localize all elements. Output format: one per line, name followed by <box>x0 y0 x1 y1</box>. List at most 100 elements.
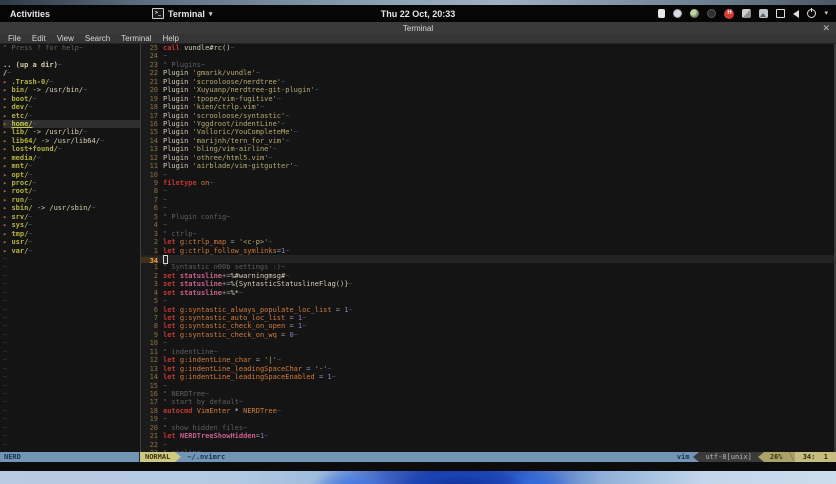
line-number: 17 <box>141 111 158 120</box>
windows-wallpaper-strip <box>0 471 836 484</box>
buffer-line: 4 set statusline+=%*~ <box>141 288 836 298</box>
line-number: 20 <box>141 423 158 433</box>
buffer-line: 13 let g:indentLine_leadingSpaceChar = '·… <box>141 364 836 374</box>
system-tray: H ▾ <box>658 5 828 22</box>
buffer-line: 8 let g:syntastic_check_on_open = 1~ <box>141 322 836 331</box>
tree-filler-line: ~ <box>3 406 8 415</box>
line-number: 3 <box>141 229 158 239</box>
line-number: 11 <box>141 162 158 171</box>
line-number: 15 <box>141 128 158 137</box>
buffer-line: 14 let g:indentLine_leadingSpaceEnabled =… <box>141 373 836 382</box>
buffer-line: 5 " Plugin config~ <box>141 212 836 222</box>
menu-search[interactable]: Search <box>85 34 110 43</box>
airline-statusbar: NERD NORMAL ~/.nvimrc vim utf-8[unix] 26… <box>0 452 836 462</box>
buffer-line: 15 ~ <box>141 381 836 390</box>
tree-filler-line: ~ <box>3 364 8 373</box>
line-number: 18 <box>141 103 158 112</box>
buffer-line: 22 Plugin 'gmarik/vundle'~ <box>141 69 836 78</box>
scroll-percent: 26% <box>763 452 789 462</box>
buffer-line: 1 " Syntastic n00b settings :)~ <box>141 263 836 272</box>
tree-filler-line: ~ <box>3 305 8 314</box>
nerdtree-pane[interactable]: " Press ? for help~ .. (up a dir)~/~ ▸ .Tr… <box>0 44 141 452</box>
tree-filler-line: ~ <box>3 415 8 424</box>
buffer-line: 17 " start by default~ <box>141 398 836 407</box>
paw-app-icon[interactable] <box>707 9 717 18</box>
screenshot-image-icon[interactable] <box>759 9 769 18</box>
buffer-line: 13 Plugin 'bling/vim-airline'~ <box>141 145 836 154</box>
line-number: 21 <box>141 77 158 87</box>
buffer-line: 17 Plugin 'scrooloose/syntastic'~ <box>141 111 836 120</box>
filetype: vim <box>676 453 690 461</box>
line-number: 17 <box>141 398 158 407</box>
tree-filler-line: ~ <box>3 432 8 441</box>
tree-filler-line: ~ <box>3 398 8 407</box>
menu-file[interactable]: File <box>8 34 21 43</box>
line-number: 8 <box>141 322 158 331</box>
line-number: 11 <box>141 347 158 357</box>
line-number: 14 <box>141 373 158 382</box>
line-number: 16 <box>141 119 158 129</box>
buffer-line: 6 ~ <box>141 204 836 213</box>
buffer-line: 4 ~ <box>141 221 836 230</box>
buffer-line: 23 " Plugins~ <box>141 60 836 70</box>
menu-edit[interactable]: Edit <box>32 34 46 43</box>
line-number: 9 <box>141 330 158 340</box>
tree-line: ▸ sbin/ -> /usr/sbin/~ <box>3 204 96 213</box>
tray-caret-icon[interactable]: ▾ <box>824 9 828 18</box>
line-number: 7 <box>141 314 158 323</box>
tree-line: ▸ sys/~ <box>3 221 33 230</box>
tree-line: ▸ etc/~ <box>3 111 33 120</box>
display-icon[interactable] <box>776 9 786 18</box>
vimrc-buffer-pane[interactable]: 25 call vundle#rc()~ 24 ~23 " Plugins~ 22 Plug… <box>141 44 836 452</box>
clock[interactable]: Thu 22 Oct, 20:33 <box>381 9 456 19</box>
buffer-line: 14 Plugin 'marijnh/tern_for_vim'~ <box>141 136 836 146</box>
buffer-line: 21 let NERDTreeShowHidden=1~ <box>141 432 836 441</box>
line-number: 13 <box>141 145 158 154</box>
vim-command-line[interactable] <box>0 462 836 471</box>
close-icon[interactable]: ✕ <box>822 23 830 34</box>
chevron-down-icon: ▾ <box>208 10 213 18</box>
terminal-screen[interactable]: " Press ? for help~ .. (up a dir)~/~ ▸ .Tr… <box>0 44 836 452</box>
tree-filler-line: ~ <box>3 297 8 306</box>
buffer-line: 18 autocmd VimEnter * NERDTree~ <box>141 406 836 416</box>
tree-filler-line: ~ <box>3 347 8 356</box>
buffer-line: 10 ~ <box>141 339 836 348</box>
tree-line: .. (up a dir)~ <box>3 60 63 69</box>
line-number: 22 <box>141 440 158 450</box>
volume-icon[interactable] <box>793 9 800 18</box>
buffer-line: 19 ~ <box>141 415 836 424</box>
power-icon[interactable] <box>807 8 817 18</box>
input-source-icon[interactable] <box>658 9 666 18</box>
tree-line: " Press ? for help~ <box>3 44 84 52</box>
buffer-line: 12 Plugin 'othree/html5.vim'~ <box>141 153 836 163</box>
buffer-line: 7 ~ <box>141 195 836 205</box>
cursor-position: 34: 1 <box>794 452 836 462</box>
app-indicator-icon[interactable] <box>690 9 700 18</box>
line-number: 10 <box>141 170 158 180</box>
menu-terminal[interactable]: Terminal <box>121 34 151 43</box>
app-menu-button[interactable]: >_ Terminal ▾ <box>152 8 212 19</box>
activities-button[interactable]: Activities <box>10 9 50 19</box>
line-number: 9 <box>141 179 158 188</box>
line-number: 5 <box>141 212 158 222</box>
line-number: 19 <box>141 415 158 424</box>
tree-filler-line: ~ <box>3 330 8 339</box>
buffer-line: 25 call vundle#rc()~ <box>141 44 836 53</box>
timer-icon[interactable] <box>673 9 683 18</box>
buffer-line: 16 " NERDTree~ <box>141 389 836 399</box>
line-number: 23 <box>141 60 158 70</box>
recorder-h-icon[interactable]: H <box>724 8 735 19</box>
menu-help[interactable]: Help <box>162 34 178 43</box>
line-number: 7 <box>141 195 158 205</box>
line-number: 8 <box>141 187 158 196</box>
line-number: 3 <box>141 280 158 289</box>
line-number: 6 <box>141 204 158 213</box>
tree-filler-line: ~ <box>3 440 8 449</box>
tree-filler-line: ~ <box>3 356 8 365</box>
line-number: 18 <box>141 406 158 416</box>
filename-segment: ~/.nvimrc vim <box>181 452 694 462</box>
tree-line: ▸ media/~ <box>3 153 41 162</box>
photos-icon[interactable] <box>742 9 752 18</box>
menu-view[interactable]: View <box>57 34 74 43</box>
tree-line: ▸ bin/ -> /usr/bin/~ <box>3 86 88 95</box>
